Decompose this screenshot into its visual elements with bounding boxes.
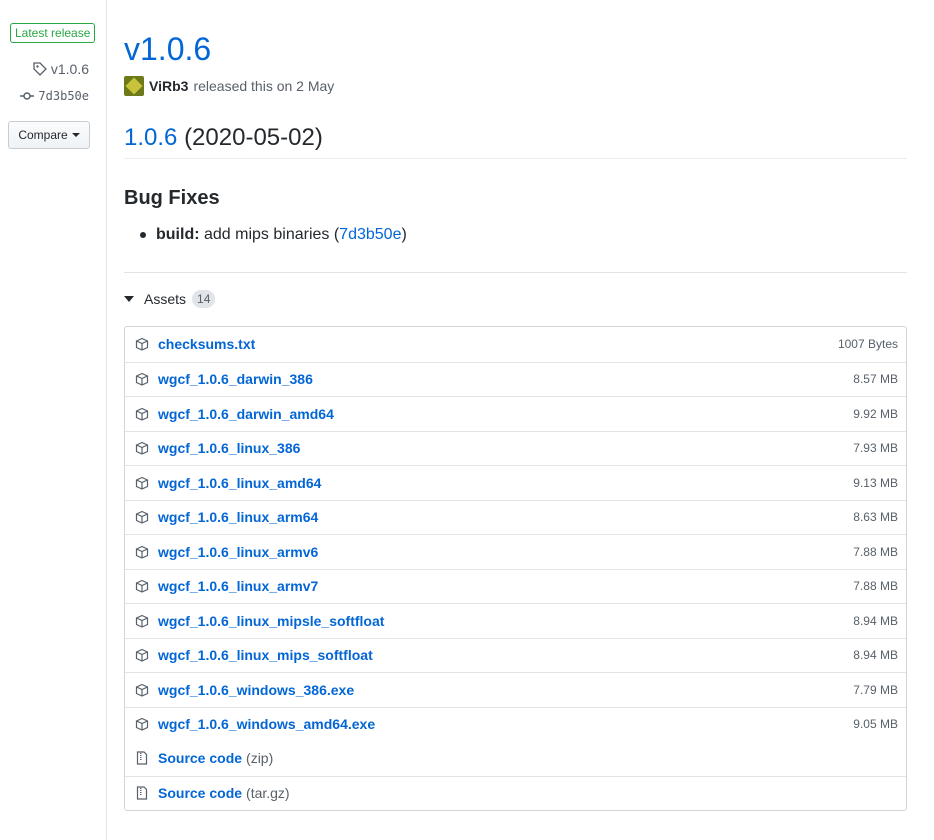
asset-row: wgcf_1.0.6_windows_386.exe 7.79 MB (125, 672, 906, 707)
asset-size: 7.88 MB (853, 544, 898, 559)
package-icon (135, 580, 149, 593)
asset-size: 8.94 MB (853, 613, 898, 628)
asset-size: 8.57 MB (853, 372, 898, 387)
item-commit-link[interactable]: 7d3b50e (339, 226, 401, 244)
package-icon (135, 683, 149, 697)
package-icon (135, 338, 149, 351)
author-link[interactable]: ViRb3 (149, 78, 188, 94)
file-zip-icon (136, 751, 148, 765)
asset-size: 1007 Bytes (837, 337, 898, 352)
source-row: Source code (zip) (125, 741, 906, 776)
release-sidebar: Latest release v1.0.6 7d3b50e Compare (0, 0, 107, 840)
asset-size: 9.05 MB (853, 717, 898, 732)
bug-fixes-heading: Bug Fixes (124, 187, 220, 209)
assets-list: checksums.txt 1007 Bytes wgcf_1.0.6_darwin… (124, 326, 907, 811)
item-scope: build: (156, 226, 200, 243)
asset-row: wgcf_1.0.6_linux_armv6 7.88 MB (125, 534, 906, 569)
commit-icon (20, 92, 35, 100)
package-icon (135, 511, 149, 524)
asset-link[interactable]: wgcf_1.0.6_windows_amd64.exe (158, 716, 853, 732)
assets-count: 14 (192, 290, 216, 308)
commit-link[interactable]: 7d3b50e (20, 89, 89, 103)
item-text: add mips binaries ( (204, 226, 340, 243)
package-icon (135, 718, 149, 731)
tag-icon (33, 62, 47, 76)
asset-size: 8.94 MB (853, 648, 898, 663)
caret-down-icon (71, 133, 80, 137)
asset-link[interactable]: wgcf_1.0.6_linux_armv7 (158, 578, 853, 594)
asset-row: wgcf_1.0.6_linux_armv7 7.88 MB (125, 568, 906, 604)
file-zip-icon (136, 786, 148, 800)
compare-label: Compare (18, 128, 68, 142)
asset-row: wgcf_1.0.6_linux_amd64 9.13 MB (125, 465, 906, 500)
source-ext: (zip) (246, 750, 274, 767)
package-icon (135, 614, 149, 628)
asset-link[interactable]: wgcf_1.0.6_linux_arm64 (158, 509, 853, 525)
commit-sha: 7d3b50e (38, 89, 89, 103)
source-code-link[interactable]: Source code (zip) (158, 750, 273, 766)
package-icon (135, 476, 149, 490)
asset-link[interactable]: checksums.txt (158, 336, 838, 352)
asset-size: 7.88 MB (853, 579, 898, 594)
source-row: Source code (tar.gz) (125, 775, 906, 811)
asset-row: wgcf_1.0.6_darwin_amd64 9.92 MB (125, 396, 906, 431)
release-meta: ViRb3 released this on 2 May (124, 76, 334, 96)
package-icon (135, 545, 149, 559)
package-icon (135, 373, 149, 386)
release-title[interactable]: v1.0.6 (124, 30, 211, 68)
asset-link[interactable]: wgcf_1.0.6_linux_mips_softfloat (158, 647, 853, 663)
source-code-link[interactable]: Source code (tar.gz) (158, 785, 290, 801)
assets-toggle[interactable]: Assets 14 (124, 290, 216, 308)
asset-link[interactable]: wgcf_1.0.6_windows_386.exe (158, 682, 853, 698)
version-heading: 1.0.6 (2020-05-02) (124, 123, 323, 153)
asset-size: 9.13 MB (853, 475, 898, 490)
tag-link[interactable]: v1.0.6 (33, 61, 89, 77)
avatar[interactable] (124, 76, 144, 96)
package-icon (135, 649, 149, 662)
asset-row: wgcf_1.0.6_darwin_386 8.57 MB (125, 361, 906, 397)
version-date: (2020-05-02) (184, 124, 323, 151)
heading-divider (124, 158, 907, 159)
asset-link[interactable]: wgcf_1.0.6_darwin_amd64 (158, 406, 853, 422)
version-link[interactable]: 1.0.6 (124, 124, 177, 151)
source-label: Source code (158, 750, 243, 767)
tag-label: v1.0.6 (50, 61, 89, 77)
asset-row: wgcf_1.0.6_windows_amd64.exe 9.05 MB (125, 706, 906, 742)
asset-link[interactable]: wgcf_1.0.6_linux_amd64 (158, 475, 853, 491)
source-ext: (tar.gz) (246, 785, 290, 802)
notes-divider (124, 272, 907, 273)
asset-row: wgcf_1.0.6_linux_386 7.93 MB (125, 430, 906, 466)
latest-release-badge: Latest release (10, 23, 96, 43)
asset-row: wgcf_1.0.6_linux_mips_softfloat 8.94 MB (125, 637, 906, 673)
asset-row: wgcf_1.0.6_linux_mipsle_softfloat 8.94 MB (125, 603, 906, 638)
asset-row: checksums.txt 1007 Bytes (125, 327, 906, 362)
asset-link[interactable]: wgcf_1.0.6_linux_mipsle_softfloat (158, 613, 853, 629)
bullet-dot (140, 232, 146, 238)
source-label: Source code (158, 785, 243, 802)
bug-fix-item: build: add mips binaries ( 7d3b50e ) (140, 226, 407, 244)
item-close: ) (401, 226, 407, 243)
asset-size: 8.63 MB (853, 510, 898, 525)
package-icon (135, 442, 149, 455)
released-text: released this on 2 May (193, 78, 335, 94)
asset-size: 9.92 MB (853, 406, 898, 421)
assets-label: Assets (144, 291, 187, 307)
asset-link[interactable]: wgcf_1.0.6_linux_armv6 (158, 544, 853, 560)
asset-size: 7.79 MB (853, 682, 898, 697)
asset-link[interactable]: wgcf_1.0.6_darwin_386 (158, 371, 853, 387)
package-icon (135, 407, 149, 421)
asset-row: wgcf_1.0.6_linux_arm64 8.63 MB (125, 499, 906, 535)
asset-link[interactable]: wgcf_1.0.6_linux_386 (158, 440, 853, 456)
asset-size: 7.93 MB (853, 441, 898, 456)
compare-button[interactable]: Compare (8, 121, 90, 149)
triangle-down-icon (124, 296, 134, 302)
